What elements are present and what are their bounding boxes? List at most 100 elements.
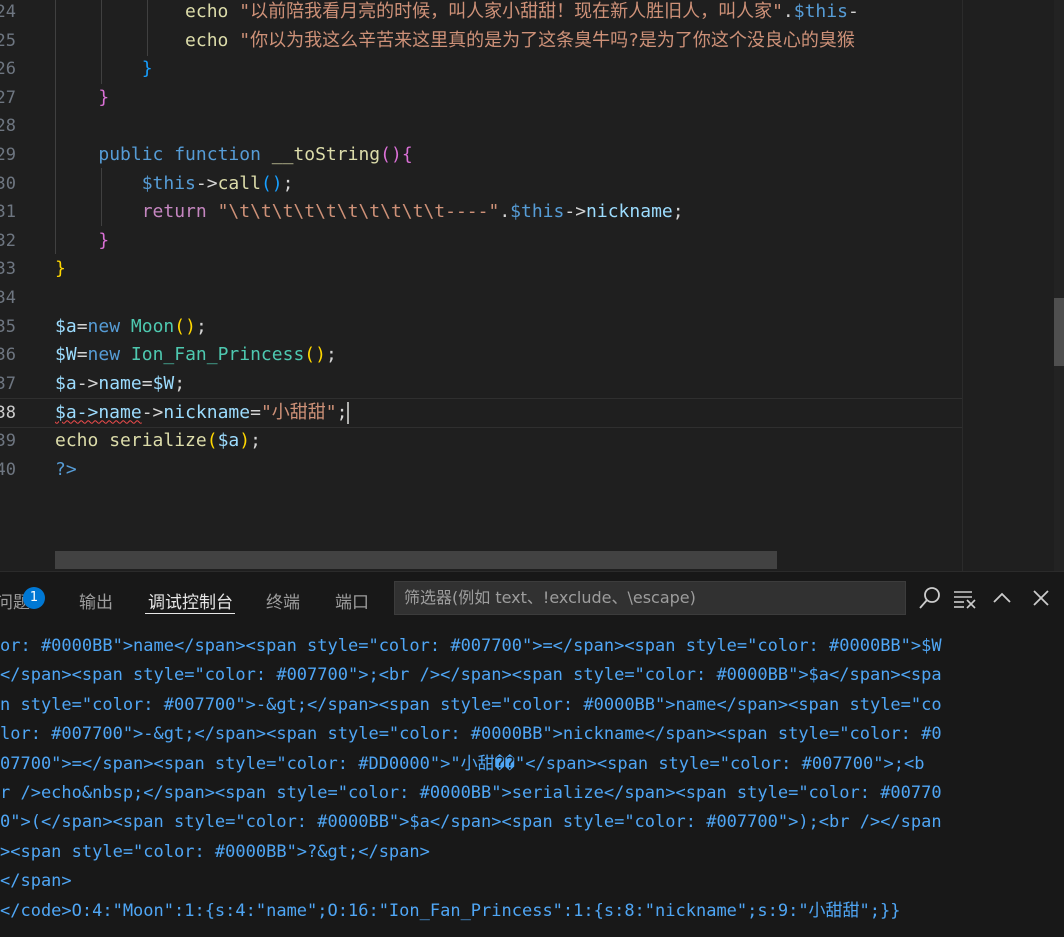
code-token: } bbox=[55, 258, 66, 280]
clear-console-icon[interactable] bbox=[951, 584, 979, 612]
code-text: } bbox=[55, 84, 109, 112]
code-text: $a->name->nickname="小甜甜"; bbox=[55, 399, 350, 427]
code-line[interactable]: 29 public function __toString(){ bbox=[0, 141, 962, 169]
code-line[interactable]: 33} bbox=[0, 255, 962, 283]
code-line[interactable]: 34 bbox=[0, 284, 962, 312]
code-token: ; bbox=[672, 201, 684, 223]
code-text: $this->call(); bbox=[55, 170, 294, 198]
code-token: nickname bbox=[163, 402, 251, 424]
code-line[interactable]: 39 echo serialize($a); bbox=[0, 427, 962, 455]
code-token: $this bbox=[793, 1, 848, 22]
code-line[interactable]: 32 } bbox=[0, 227, 962, 255]
console-output-line: 07700">=</span><span style="color: #DD00… bbox=[0, 753, 925, 774]
code-token: $this bbox=[141, 172, 196, 194]
code-token: __toString bbox=[271, 144, 381, 165]
code-token: $a->name bbox=[55, 402, 142, 424]
code-token: -> bbox=[141, 402, 164, 424]
chevron-up-icon[interactable] bbox=[988, 584, 1016, 612]
code-line[interactable]: 38 $a->name->nickname="小甜甜"; bbox=[0, 398, 962, 429]
code-token: ) bbox=[239, 430, 251, 451]
bottom-panel: 问题 1 输出 调试控制台 终端 端口 筛选器(例如 text、!exclude… bbox=[0, 571, 1064, 937]
code-line[interactable]: 30 $this->call(); bbox=[0, 170, 962, 198]
problems-count-badge: 1 bbox=[23, 587, 45, 609]
code-token: { bbox=[401, 144, 413, 165]
tab-output[interactable]: 输出 bbox=[79, 588, 113, 613]
code-token: echo bbox=[55, 430, 110, 451]
line-number: 29 bbox=[0, 145, 16, 165]
code-text: return "\t\t\t\t\t\t\t\t\t\t----".$this-… bbox=[55, 198, 684, 226]
code-text: } bbox=[55, 255, 66, 283]
console-output-line: lor: #007700">-&gt;</span><span style="c… bbox=[0, 724, 942, 745]
code-editor[interactable]: 24 echo "以前陪我看月亮的时候，叫人家小甜甜！现在新人胜旧人，叫人家".… bbox=[0, 0, 1064, 571]
active-tab-indicator bbox=[145, 613, 235, 614]
tab-terminal[interactable]: 终端 bbox=[266, 588, 300, 613]
code-token: name bbox=[98, 372, 142, 394]
code-token: ( bbox=[206, 430, 218, 451]
code-token: () bbox=[260, 172, 283, 194]
code-token: return bbox=[141, 201, 218, 223]
code-line[interactable]: 36 $W=new Ion_Fan_Princess(); bbox=[0, 341, 962, 369]
code-line[interactable]: 25 echo "你以为我这么辛苦来这里真的是为了这条臭牛吗?是为了你这个没良心… bbox=[0, 27, 962, 55]
code-token: = bbox=[76, 315, 88, 337]
code-token: () bbox=[380, 144, 402, 165]
tab-debug-console[interactable]: 调试控制台 bbox=[148, 588, 233, 613]
code-token: $this bbox=[510, 201, 565, 223]
console-output-line: ><span style="color: #0000BB">?&gt;</spa… bbox=[0, 841, 430, 862]
code-line[interactable]: 40 ?> bbox=[0, 456, 962, 484]
code-line[interactable]: 26 } bbox=[0, 55, 962, 83]
search-icon[interactable] bbox=[916, 584, 944, 612]
vertical-scrollbar[interactable] bbox=[1054, 0, 1064, 571]
code-token: = bbox=[76, 344, 88, 366]
filter-input[interactable]: 筛选器(例如 text、!exclude、\escape) bbox=[394, 581, 906, 615]
panel-tabs: 问题 1 输出 调试控制台 终端 端口 筛选器(例如 text、!exclude… bbox=[0, 572, 1064, 626]
close-icon[interactable] bbox=[1027, 584, 1055, 612]
code-token: -> bbox=[564, 201, 587, 223]
code-token: -> bbox=[76, 372, 99, 394]
code-token: $a bbox=[217, 430, 240, 451]
code-token: Moon bbox=[130, 315, 175, 337]
code-token: nickname bbox=[586, 201, 673, 223]
console-output-line: </span><span style="color: #007700">;<br… bbox=[0, 665, 942, 686]
code-line[interactable]: 28 bbox=[0, 112, 962, 140]
code-token: () bbox=[174, 315, 196, 337]
console-output-line: </span> bbox=[0, 871, 72, 892]
line-number: 26 bbox=[0, 59, 16, 80]
code-line[interactable]: 31 return "\t\t\t\t\t\t\t\t\t\t----".$th… bbox=[0, 198, 962, 226]
vertical-scrollbar-thumb[interactable] bbox=[1054, 298, 1064, 366]
debug-console-output[interactable]: or: #0000BB">name</span><span style="col… bbox=[0, 626, 1064, 937]
tab-ports[interactable]: 端口 bbox=[335, 588, 369, 613]
line-number: 28 bbox=[0, 116, 16, 137]
code-token: ?> bbox=[55, 458, 77, 480]
code-line[interactable]: 35 $a=new Moon(); bbox=[0, 313, 962, 341]
console-output-line: r />echo&nbsp;</span><span style="color:… bbox=[0, 783, 942, 803]
code-line[interactable]: 24 echo "以前陪我看月亮的时候，叫人家小甜甜！现在新人胜旧人，叫人家".… bbox=[0, 0, 962, 26]
code-token: ; bbox=[250, 430, 261, 451]
code-text: $W=new Ion_Fan_Princess(); bbox=[55, 341, 337, 369]
line-number: 27 bbox=[0, 87, 16, 108]
line-number: 34 bbox=[0, 288, 16, 308]
code-token: } bbox=[98, 229, 110, 251]
code-token: -> bbox=[195, 172, 218, 194]
horizontal-scrollbar[interactable] bbox=[55, 551, 777, 569]
code-text: public function __toString(){ bbox=[55, 141, 413, 169]
line-number: 35 bbox=[0, 316, 16, 337]
code-token: echo bbox=[185, 1, 240, 22]
console-output-line: or: #0000BB">name</span><span style="col… bbox=[0, 636, 942, 656]
code-token: new bbox=[87, 344, 131, 366]
code-text: ?> bbox=[55, 456, 77, 484]
code-token: () bbox=[304, 344, 326, 366]
code-token: ; bbox=[336, 402, 348, 424]
code-line[interactable]: 27 } bbox=[0, 84, 962, 112]
code-line[interactable]: 37 $a->name=$W; bbox=[0, 370, 962, 398]
line-number: 37 bbox=[0, 373, 16, 394]
code-text: } bbox=[55, 227, 109, 255]
code-token: = bbox=[141, 372, 153, 394]
console-output-line: </code>O:4:"Moon":1:{s:4:"name";O:16:"Io… bbox=[0, 900, 901, 921]
line-number: 36 bbox=[0, 345, 16, 366]
